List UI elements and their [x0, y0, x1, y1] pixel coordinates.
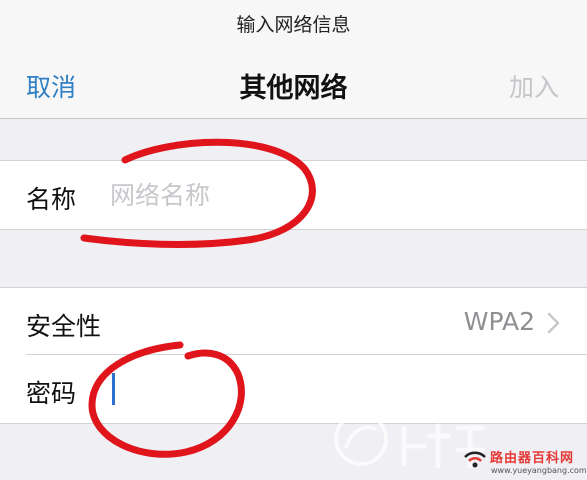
watermark-brand: 路由器百科网 [490, 451, 575, 466]
chevron-right-icon [547, 312, 560, 334]
security-row[interactable]: 安全性 WPA2 [0, 287, 587, 356]
password-label: 密码 [26, 379, 77, 408]
network-name-input[interactable] [110, 173, 550, 217]
security-value: WPA2 [463, 307, 535, 336]
wifi-icon [464, 451, 486, 468]
join-button[interactable]: 加入 [509, 68, 559, 104]
watermark-strokes-icon [401, 423, 485, 469]
password-input[interactable] [110, 367, 550, 411]
navigation-bar: 输入网络信息 取消 其他网络 加入 [0, 0, 587, 119]
password-row[interactable]: 密码 [0, 355, 587, 424]
network-info-sheet: 输入网络信息 取消 其他网络 加入 名称 安全性 WPA2 密码 [0, 0, 587, 480]
cancel-button[interactable]: 取消 [26, 68, 76, 104]
watermark-url: www.yueyangbang.com [491, 466, 587, 475]
network-name-row[interactable]: 名称 [0, 160, 587, 230]
text-cursor [112, 373, 115, 405]
network-name-label: 名称 [26, 185, 77, 214]
security-label: 安全性 [26, 312, 102, 341]
page-title: 其他网络 [239, 73, 348, 104]
sheet-prompt: 输入网络信息 [236, 14, 351, 36]
